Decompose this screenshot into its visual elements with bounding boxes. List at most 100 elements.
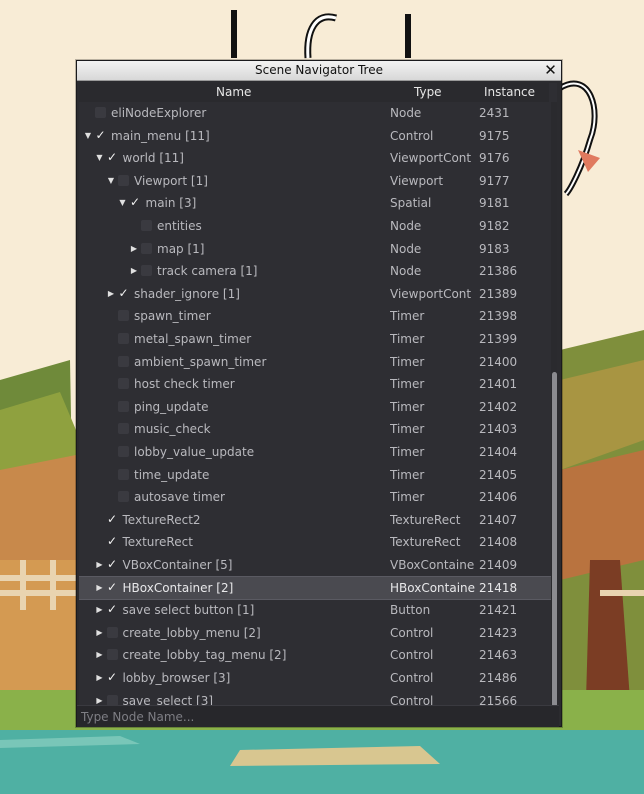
no-arrow-spacer xyxy=(106,328,116,350)
close-icon: ✕ xyxy=(544,61,557,79)
tree-row[interactable]: ▼ ✓ main [3] Spatial 9181 xyxy=(79,192,551,214)
visible-checkbox[interactable] xyxy=(118,355,129,367)
node-name: save select button [1] xyxy=(122,603,255,618)
tree-row[interactable]: eliNodeExplorer Node 2431 xyxy=(79,102,551,124)
tree-row[interactable]: spawn_timer Timer 21398 xyxy=(79,305,551,327)
tree-row[interactable]: ▶ ✓ lobby_browser [3] Control 21486 xyxy=(79,667,551,689)
visible-checkbox[interactable] xyxy=(95,107,106,118)
no-arrow-spacer xyxy=(83,102,93,124)
collapse-arrow-icon[interactable]: ▶ xyxy=(95,622,105,644)
expand-arrow-icon[interactable]: ▼ xyxy=(83,125,93,147)
node-name: lobby_browser [3] xyxy=(122,671,231,685)
node-name: Viewport [1] xyxy=(134,173,208,188)
visible-checkbox-checked[interactable]: ✓ xyxy=(107,151,118,163)
visible-checkbox[interactable] xyxy=(106,649,118,661)
tree-row[interactable]: autosave timer Timer 21406 xyxy=(79,486,551,508)
collapse-arrow-icon[interactable]: ▶ xyxy=(106,283,116,305)
tree-row[interactable]: ▼ ✓ world [11] ViewportCont 9176 xyxy=(79,147,551,169)
visible-checkbox-checked[interactable]: ✓ xyxy=(95,129,106,141)
tree-row[interactable]: ▼ ✓ main_menu [11] Control 9175 xyxy=(79,125,551,147)
node-instance-id: 9176 xyxy=(479,151,510,166)
tree-row[interactable]: ✓ TextureRect2 TextureRect 21407 xyxy=(79,509,551,531)
collapse-arrow-icon[interactable]: ▶ xyxy=(95,644,105,666)
visible-checkbox-checked[interactable]: ✓ xyxy=(130,196,141,208)
tree-row[interactable]: lobby_value_update Timer 21404 xyxy=(79,441,551,463)
tree-row[interactable]: ▶ ✓ shader_ignore [1] ViewportCont 21389 xyxy=(79,283,551,305)
tree-row[interactable]: host check timer Timer 21401 xyxy=(79,373,551,395)
tree-row[interactable]: music_check Timer 21403 xyxy=(79,418,551,440)
tree-row[interactable]: ambient_spawn_timer Timer 21400 xyxy=(79,351,551,373)
collapse-arrow-icon[interactable]: ▶ xyxy=(95,554,105,576)
visible-checkbox-checked[interactable]: ✓ xyxy=(107,603,118,615)
column-name[interactable]: Name xyxy=(216,83,251,102)
tree-row[interactable]: ▶ ✓ save select button [1] Button 21421 xyxy=(79,599,551,621)
node-type: Control xyxy=(390,128,434,143)
visible-checkbox-checked[interactable]: ✓ xyxy=(107,671,118,683)
node-instance-id: 9181 xyxy=(479,196,510,211)
node-type: Button xyxy=(390,603,431,618)
node-instance-id: 21409 xyxy=(479,558,518,572)
node-name: create_lobby_tag_menu [2] xyxy=(122,648,287,663)
visible-checkbox[interactable] xyxy=(141,242,152,254)
tree-row[interactable]: ▶ create_lobby_tag_menu [2] Control 21463 xyxy=(79,644,551,666)
visible-checkbox[interactable] xyxy=(141,220,152,231)
expand-arrow-icon[interactable]: ▼ xyxy=(106,170,116,192)
collapse-arrow-icon[interactable]: ▶ xyxy=(95,577,105,599)
visible-checkbox[interactable] xyxy=(118,378,129,390)
node-type: Node xyxy=(390,241,422,256)
collapse-arrow-icon[interactable]: ▶ xyxy=(129,238,139,260)
tree-row[interactable]: ▶ ✓ HBoxContainer [2] HBoxContaine 21418 xyxy=(79,575,552,600)
expand-arrow-icon[interactable]: ▼ xyxy=(95,147,105,169)
visible-checkbox[interactable] xyxy=(118,491,129,503)
visible-checkbox[interactable] xyxy=(106,626,118,638)
search-bar xyxy=(77,705,561,727)
visible-checkbox[interactable] xyxy=(118,446,129,457)
visible-checkbox[interactable] xyxy=(141,265,152,277)
visible-checkbox[interactable] xyxy=(118,310,129,322)
collapse-arrow-icon[interactable]: ▶ xyxy=(129,260,139,282)
tree-row[interactable]: metal_spawn_timer Timer 21399 xyxy=(79,328,551,350)
node-name: main [3] xyxy=(145,196,197,211)
scene-tree[interactable]: Name Type Instance eliNodeExplorer Node 24… xyxy=(79,83,557,725)
visible-checkbox-checked[interactable]: ✓ xyxy=(107,513,118,525)
tree-row[interactable]: ▼ Viewport [1] Viewport 9177 xyxy=(79,170,551,192)
no-arrow-spacer xyxy=(106,441,116,463)
tree-row[interactable]: ping_update Timer 21402 xyxy=(79,396,551,418)
visible-checkbox-checked[interactable]: ✓ xyxy=(118,287,129,299)
collapse-arrow-icon[interactable]: ▶ xyxy=(95,667,105,689)
tree-row[interactable]: ✓ TextureRect TextureRect 21408 xyxy=(79,531,551,553)
node-type: Timer xyxy=(390,422,425,437)
scrollbar-thumb[interactable] xyxy=(552,372,557,725)
vertical-scrollbar[interactable] xyxy=(551,102,557,725)
tree-row[interactable]: ▶ map [1] Node 9183 xyxy=(79,238,551,260)
collapse-arrow-icon[interactable]: ▶ xyxy=(95,599,105,621)
tree-row[interactable]: ▶ ✓ VBoxContainer [5] VBoxContaine 21409 xyxy=(79,554,551,576)
node-type: HBoxContaine xyxy=(390,580,476,595)
visible-checkbox[interactable] xyxy=(118,174,129,186)
column-header: Name Type Instance xyxy=(79,83,549,102)
visible-checkbox-checked[interactable]: ✓ xyxy=(107,558,118,570)
close-button[interactable]: ✕ xyxy=(542,62,559,79)
node-name-search-input[interactable] xyxy=(77,707,561,727)
node-type: ViewportCont xyxy=(390,286,472,301)
column-instance[interactable]: Instance xyxy=(484,83,535,102)
node-instance-id: 21421 xyxy=(479,603,518,618)
window-titlebar[interactable]: Scene Navigator Tree ✕ xyxy=(77,61,561,81)
tree-row[interactable]: ▶ track camera [1] Node 21386 xyxy=(79,260,551,282)
tree-row[interactable]: ▶ create_lobby_menu [2] Control 21423 xyxy=(79,622,551,644)
expand-arrow-icon[interactable]: ▼ xyxy=(118,192,128,214)
visible-checkbox[interactable] xyxy=(106,694,118,706)
visible-checkbox[interactable] xyxy=(118,333,129,344)
visible-checkbox-checked[interactable]: ✓ xyxy=(107,581,118,593)
visible-checkbox-checked[interactable]: ✓ xyxy=(107,535,118,547)
tree-row[interactable]: time_update Timer 21405 xyxy=(79,464,551,486)
node-instance-id: 21404 xyxy=(479,445,518,459)
node-name: entities xyxy=(157,219,202,233)
visible-checkbox[interactable] xyxy=(118,423,129,435)
tree-row[interactable]: entities Node 9182 xyxy=(79,215,551,237)
node-type: Timer xyxy=(390,377,425,392)
column-type[interactable]: Type xyxy=(414,83,442,102)
visible-checkbox[interactable] xyxy=(118,400,129,412)
visible-checkbox[interactable] xyxy=(118,468,129,480)
node-instance-id: 21386 xyxy=(479,264,518,279)
